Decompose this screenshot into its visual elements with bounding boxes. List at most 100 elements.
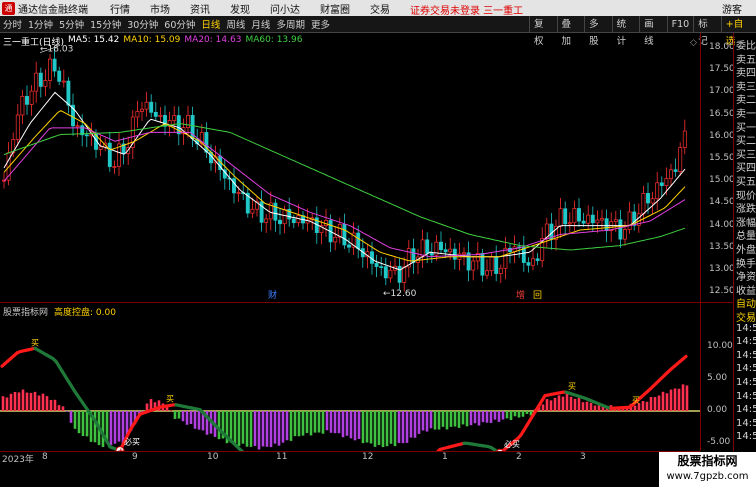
collapse-icon[interactable]: ◇	[690, 38, 697, 48]
tab-daily[interactable]: 日线	[198, 17, 223, 31]
overlay-button[interactable]: 叠加	[556, 16, 585, 47]
candlestick-chart[interactable]: ←18.03←12.60财增回◇	[0, 33, 700, 303]
ma5-value: MA5: 15.42	[68, 35, 120, 45]
candle-body	[153, 111, 158, 117]
menu-jiaoyi[interactable]: 交易	[370, 1, 390, 16]
trade-alert[interactable]: 证券交易未登录 三一重工	[410, 2, 523, 17]
fuquan-button[interactable]: 复权	[529, 16, 557, 47]
histogram-bar	[57, 405, 61, 411]
histogram-bar	[389, 411, 393, 444]
price-tick-label: 13.00	[709, 264, 735, 274]
tab-fenshi[interactable]: 分时	[0, 17, 25, 31]
candle-body	[462, 252, 466, 255]
histogram-bar	[681, 384, 685, 411]
histogram-bar	[589, 402, 593, 411]
histogram-bar	[269, 411, 273, 448]
candle-body	[567, 222, 572, 225]
chart-header: 三一重工(日线) MA5: 15.42 MA10: 15.09 MA20: 14…	[3, 35, 302, 48]
side-panel-row: 14:56	[736, 377, 756, 388]
candle-body	[43, 80, 48, 87]
side-panel-row: 14:56	[736, 363, 756, 375]
indicator-line-segment	[681, 354, 688, 361]
stock-period-label[interactable]: 三一重工(日线)	[3, 35, 64, 48]
histogram-bar	[509, 411, 513, 421]
draw-line-button[interactable]: 画线	[639, 16, 667, 47]
indicator-tick-label: 5.00	[707, 373, 728, 383]
candle-body	[25, 96, 29, 105]
candle-body	[374, 263, 379, 267]
menu-faxian[interactable]: 发现	[230, 1, 250, 16]
histogram-bar	[545, 399, 549, 411]
price-tick-label: 12.50	[709, 286, 735, 297]
histogram-bar	[413, 411, 417, 438]
histogram-bar	[337, 411, 341, 434]
histogram-bar	[385, 411, 389, 447]
histogram-bar	[1, 396, 5, 411]
tab-30min[interactable]: 30分钟	[124, 17, 161, 31]
quote-side-panel[interactable]: 委比 卖五 卖四 卖三 卖二 卖一 买一 买二 买三 买四 买五 现价 涨跌 涨幅 总量 外盘 换手 净资 收益 自动…	[733, 33, 756, 451]
histogram-bar	[661, 391, 665, 411]
histogram-bar	[685, 385, 689, 411]
candle-body	[250, 208, 255, 214]
menu-zixun[interactable]: 资讯	[190, 1, 210, 16]
guest-button[interactable]: 游客	[716, 1, 748, 16]
f10-button[interactable]: F10	[666, 16, 694, 33]
candle-body	[135, 111, 140, 118]
histogram-bar	[513, 411, 517, 417]
histogram-bar	[241, 411, 245, 444]
title-bar: 通 通达信金融终端 行情 市场 资讯 发现 问小达 财富圈 交易 证券交易未登录…	[0, 0, 756, 17]
histogram-bar	[577, 397, 581, 411]
candle-body	[595, 219, 600, 224]
histogram-bar	[417, 411, 421, 434]
menu-wenxiaoda[interactable]: 问小达	[270, 1, 300, 16]
tab-1min[interactable]: 1分钟	[25, 17, 56, 31]
indicator-chart[interactable]: +必买+必买+必买+必买买买买买	[0, 303, 700, 451]
candle-body	[673, 169, 678, 172]
histogram-bar	[633, 405, 637, 411]
histogram-bar	[53, 399, 57, 411]
histogram-bar	[353, 411, 357, 441]
side-panel-row: 14:56	[736, 404, 756, 416]
add-watchlist-button[interactable]: +自选	[720, 16, 756, 47]
multi-stock-button[interactable]: 多股	[584, 16, 612, 47]
histogram-bar	[409, 411, 413, 438]
candle-body	[646, 193, 650, 204]
event-tag[interactable]: 增	[516, 289, 525, 301]
histogram-bar	[593, 405, 597, 411]
histogram-bar	[437, 411, 441, 430]
histogram-bar	[189, 411, 193, 424]
candle-body	[61, 80, 66, 83]
tab-5min[interactable]: 5分钟	[56, 17, 87, 31]
histogram-bar	[49, 400, 53, 411]
histogram-bar	[29, 392, 33, 411]
histogram-bar	[13, 391, 17, 411]
menu-hangqing[interactable]: 行情	[110, 1, 130, 16]
candle-body	[57, 70, 62, 82]
histogram-bar	[197, 411, 201, 430]
stats-button[interactable]: 统计	[611, 16, 640, 47]
candle-body	[52, 58, 57, 72]
event-tag[interactable]: 财	[268, 289, 277, 301]
histogram-bar	[421, 411, 425, 431]
histogram-bar	[61, 406, 65, 411]
tab-60min[interactable]: 60分钟	[161, 17, 198, 31]
candle-body	[443, 249, 448, 253]
histogram-bar	[649, 397, 653, 411]
histogram-bar	[293, 411, 297, 437]
candle-body	[66, 80, 71, 106]
tab-15min[interactable]: 15分钟	[87, 17, 124, 31]
mark-button[interactable]: 标记	[693, 16, 721, 47]
tab-weekly[interactable]: 周线	[223, 17, 248, 31]
event-tag[interactable]: 回	[533, 290, 542, 301]
histogram-bar	[477, 411, 481, 426]
histogram-bar	[489, 411, 493, 423]
candle-body	[558, 208, 563, 227]
menu-shichang[interactable]: 市场	[150, 1, 170, 16]
indicator-name[interactable]: 股票指标网	[3, 305, 48, 318]
tab-multi-period[interactable]: 多周期	[273, 17, 308, 31]
candle-body	[282, 208, 287, 225]
menu-caifuquan[interactable]: 财富圈	[320, 1, 350, 16]
price-tick-label: 15.00	[709, 175, 735, 186]
tab-more[interactable]: 更多	[308, 17, 333, 31]
tab-monthly[interactable]: 月线	[248, 17, 273, 31]
